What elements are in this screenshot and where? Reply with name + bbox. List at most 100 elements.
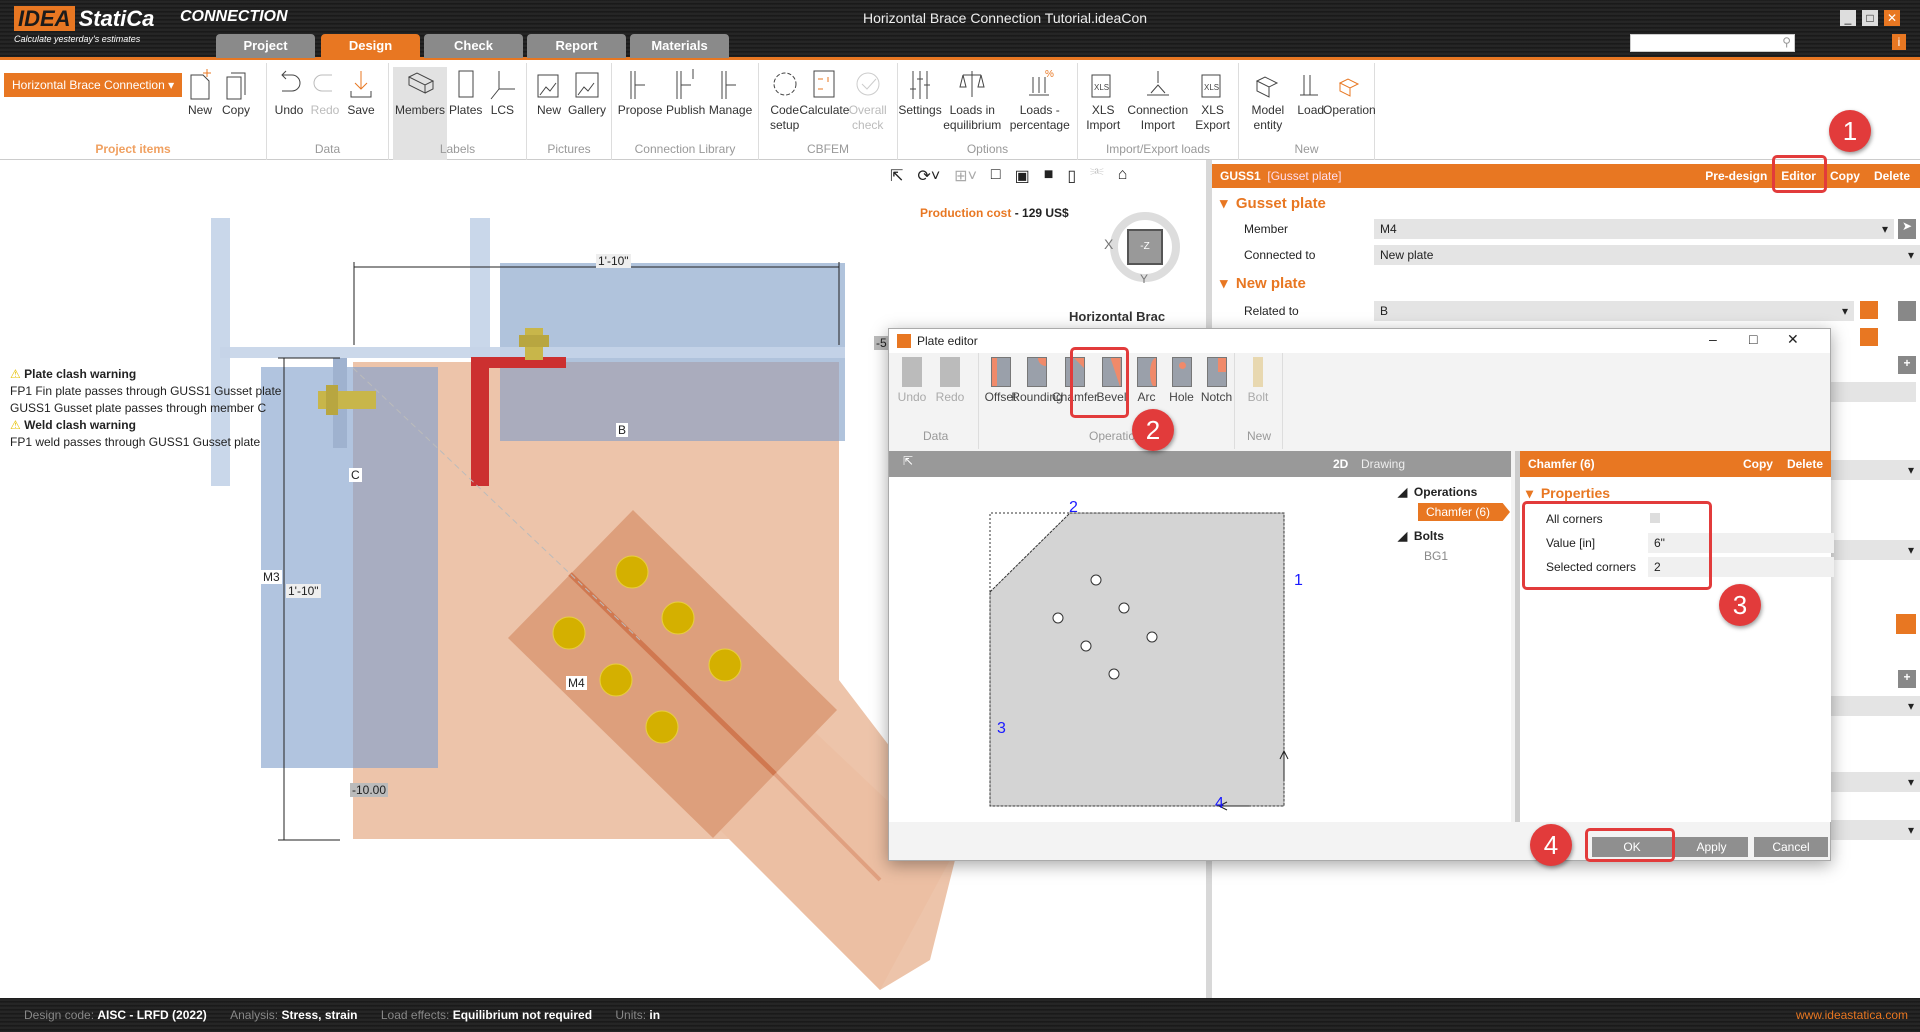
view-mode-drawing[interactable]: Drawing bbox=[1361, 457, 1405, 471]
delete-button[interactable]: Delete bbox=[1874, 164, 1910, 188]
bolt bbox=[599, 663, 633, 697]
rotate-icon[interactable]: ⟳˅ bbox=[917, 166, 940, 186]
copy-button[interactable]: Copy bbox=[1830, 164, 1860, 188]
member-label-c[interactable]: C bbox=[349, 468, 362, 482]
solid-icon[interactable]: ■ bbox=[1044, 166, 1054, 186]
group-label: Data bbox=[314, 142, 341, 156]
bolt-icon bbox=[1253, 357, 1263, 387]
transparent-icon[interactable]: ▣ bbox=[1015, 166, 1030, 186]
home-icon[interactable]: ⌂ bbox=[1118, 166, 1128, 186]
crop-icon[interactable]: ⊞˅ bbox=[954, 166, 977, 186]
member-view-icon[interactable]: ▯ bbox=[1067, 166, 1076, 186]
minimize-button[interactable]: _ bbox=[1840, 10, 1856, 26]
website-link[interactable]: www.ideastatica.com bbox=[1796, 998, 1908, 1032]
cube-face[interactable]: -Z bbox=[1127, 229, 1163, 265]
offset-icon bbox=[990, 357, 1011, 387]
warning-icon: ⚠ bbox=[10, 418, 21, 432]
propose-icon bbox=[630, 71, 646, 99]
member-m3-overlap bbox=[353, 367, 438, 768]
tree-bolts[interactable]: ◢ Bolts bbox=[1394, 521, 1510, 543]
design-code: Design code: AISC - LRFD (2022) bbox=[24, 1008, 207, 1022]
delete-button[interactable]: Delete bbox=[1787, 451, 1823, 477]
members-icon bbox=[407, 72, 435, 94]
view-mode-2d[interactable]: 2D bbox=[1333, 457, 1348, 471]
search-input[interactable]: ⚲ bbox=[1630, 34, 1795, 52]
corner-label-4[interactable]: 4 bbox=[1215, 795, 1224, 813]
plate-editor-dialog: Plate editor – □ ✕ Undo Redo Data Offset… bbox=[888, 328, 1834, 861]
member-label-m3[interactable]: M3 bbox=[261, 570, 282, 584]
item-name: GUSS1 bbox=[1220, 169, 1261, 183]
member-select[interactable]: M4 ▾ bbox=[1374, 219, 1894, 239]
maximize-button[interactable]: □ bbox=[1862, 10, 1878, 26]
edge-icon[interactable] bbox=[1860, 301, 1878, 319]
status-bar: Design code: AISC - LRFD (2022) Analysis… bbox=[0, 998, 1920, 1032]
add-icon[interactable]: + bbox=[1898, 670, 1916, 688]
callout-4: 4 bbox=[1530, 824, 1572, 866]
member-label-b[interactable]: B bbox=[616, 423, 629, 437]
notch-button[interactable]: Notch bbox=[1199, 353, 1234, 449]
close-button[interactable]: ✕ bbox=[1884, 10, 1900, 26]
corner-label-3[interactable]: 3 bbox=[997, 720, 1006, 738]
tab-materials[interactable]: Materials bbox=[630, 34, 729, 58]
group-label: New bbox=[1247, 429, 1272, 443]
operations-tree: ◢ Operations Chamfer (6) ◢ Bolts BG1 bbox=[1394, 479, 1510, 563]
tree-operations[interactable]: ◢ Operations bbox=[1394, 479, 1510, 499]
corner-label-1[interactable]: 1 bbox=[1294, 572, 1303, 590]
fin-plate bbox=[471, 357, 489, 486]
analysis: Analysis: Stress, strain bbox=[230, 1008, 358, 1022]
publish-icon bbox=[676, 69, 694, 99]
related-label: Related to bbox=[1244, 304, 1299, 318]
group-cbfem: Code setup Calculate Overall check CBFEM bbox=[759, 63, 898, 160]
weld-type-icon[interactable] bbox=[1896, 614, 1916, 634]
fit-view-icon[interactable]: ⇱ bbox=[903, 454, 913, 468]
apply-button[interactable]: Apply bbox=[1675, 837, 1748, 857]
corner-label-2[interactable]: 2 bbox=[1069, 499, 1078, 517]
group-label: Options bbox=[966, 142, 1009, 156]
symmetry-icon[interactable]: ⎃ bbox=[1090, 166, 1103, 186]
tree-bg1[interactable]: BG1 bbox=[1394, 543, 1510, 563]
warning-line: FP1 Fin plate passes through GUSS1 Gusse… bbox=[10, 384, 282, 398]
bolt bbox=[645, 710, 679, 744]
pick-icon[interactable] bbox=[1898, 301, 1916, 321]
tab-report[interactable]: Report bbox=[527, 34, 626, 58]
minimize-icon[interactable]: – bbox=[1709, 331, 1717, 347]
bolt bbox=[615, 555, 649, 589]
add-icon[interactable]: + bbox=[1898, 356, 1916, 374]
hole bbox=[1108, 668, 1120, 680]
connection-import-icon bbox=[1146, 71, 1169, 96]
notch-icon bbox=[1206, 357, 1227, 387]
rounding-button[interactable]: Rounding bbox=[1011, 353, 1063, 449]
cancel-button[interactable]: Cancel bbox=[1754, 837, 1828, 857]
maximize-icon[interactable]: □ bbox=[1749, 331, 1757, 347]
tab-project[interactable]: Project bbox=[216, 34, 315, 58]
app-icon bbox=[897, 334, 911, 348]
member-label-m4[interactable]: M4 bbox=[566, 676, 587, 690]
section-properties[interactable]: ▾ Properties bbox=[1526, 485, 1610, 502]
pre-design-button[interactable]: Pre-design bbox=[1705, 164, 1767, 188]
edge-icon[interactable] bbox=[1860, 328, 1878, 346]
view-toolbar: ⇱ ⟳˅ ⊞˅ □ ▣ ■ ▯ ⎃ ⌂ bbox=[890, 166, 1127, 186]
group-pictures: New Gallery Pictures bbox=[527, 63, 612, 160]
info-button[interactable]: i bbox=[1892, 34, 1906, 50]
copy-button[interactable]: Copy bbox=[1743, 451, 1773, 477]
axis-x-label: X bbox=[1104, 236, 1114, 252]
group-label: Project items bbox=[95, 142, 171, 156]
tab-design[interactable]: Design bbox=[321, 34, 420, 58]
callout-3: 3 bbox=[1719, 584, 1761, 626]
wireframe-icon[interactable]: □ bbox=[991, 166, 1001, 186]
section-new-plate[interactable]: ▾ New plate bbox=[1220, 274, 1306, 292]
connection-dropdown[interactable]: Horizontal Brace Connection ▾ bbox=[4, 73, 182, 97]
member-b-overlap bbox=[500, 362, 839, 441]
svg-text:XLS: XLS bbox=[1204, 83, 1219, 92]
undo-icon bbox=[281, 70, 301, 92]
dialog-toolbar: Undo Redo Data Offset Rounding Chamfer B… bbox=[889, 353, 1830, 449]
model-entity-icon bbox=[1255, 76, 1278, 98]
close-icon[interactable]: ✕ bbox=[1787, 331, 1799, 348]
connected-select[interactable]: New plate ▾ bbox=[1374, 245, 1920, 265]
fit-view-icon[interactable]: ⇱ bbox=[890, 166, 903, 186]
pick-member-icon[interactable]: ➤ bbox=[1898, 219, 1916, 239]
tree-chamfer[interactable]: Chamfer (6) bbox=[1418, 503, 1510, 521]
section-gusset-plate[interactable]: ▾ Gusset plate bbox=[1220, 194, 1326, 212]
related-select[interactable]: B ▾ bbox=[1374, 301, 1854, 321]
tab-check[interactable]: Check bbox=[424, 34, 523, 58]
